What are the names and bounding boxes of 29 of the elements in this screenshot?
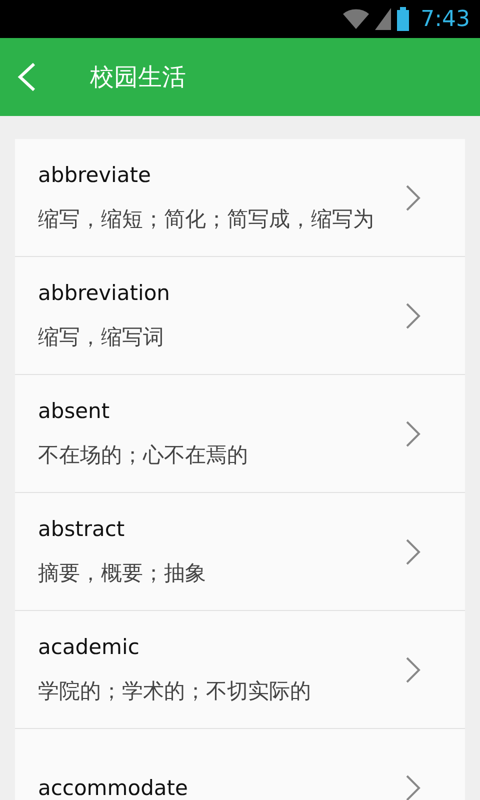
meaning-text: 摘要，概要；抽象 (38, 560, 207, 586)
chevron-icon (405, 302, 421, 330)
signal-icon (374, 8, 391, 30)
chevron-icon (405, 656, 421, 684)
word-text: abbreviate (38, 162, 152, 186)
chevron-icon (405, 774, 421, 800)
meaning-text: 不在场的；心不在焉的 (38, 442, 249, 468)
word-row[interactable]: accommodate (15, 729, 465, 800)
chevron-icon (405, 420, 421, 448)
word-row[interactable]: academic 学院的；学术的；不切实际的 (15, 611, 465, 729)
word-text: abstract (38, 516, 126, 540)
meaning-text: 缩写，缩短；简化；简写成，缩写为 (38, 206, 375, 232)
clock: 7:43 (420, 6, 470, 32)
back-icon[interactable] (16, 62, 38, 92)
battery-icon (396, 7, 409, 31)
word-row[interactable]: abbreviation 缩写，缩写词 (15, 257, 465, 375)
word-row[interactable]: abbreviate 缩写，缩短；简化；简写成，缩写为 (15, 139, 465, 257)
word-text: absent (38, 398, 111, 422)
word-text: academic (38, 634, 140, 658)
chevron-icon (405, 184, 421, 212)
meaning-text: 缩写，缩写词 (38, 324, 165, 350)
page-title: 校园生活 (90, 62, 186, 93)
word-row[interactable]: abstract 摘要，概要；抽象 (15, 493, 465, 611)
word-text: abbreviation (38, 280, 171, 304)
chevron-icon (405, 538, 421, 566)
word-text: accommodate (38, 776, 189, 800)
word-row[interactable]: absent 不在场的；心不在焉的 (15, 375, 465, 493)
meaning-text: 学院的；学术的；不切实际的 (38, 678, 312, 704)
wifi-icon (342, 8, 369, 30)
